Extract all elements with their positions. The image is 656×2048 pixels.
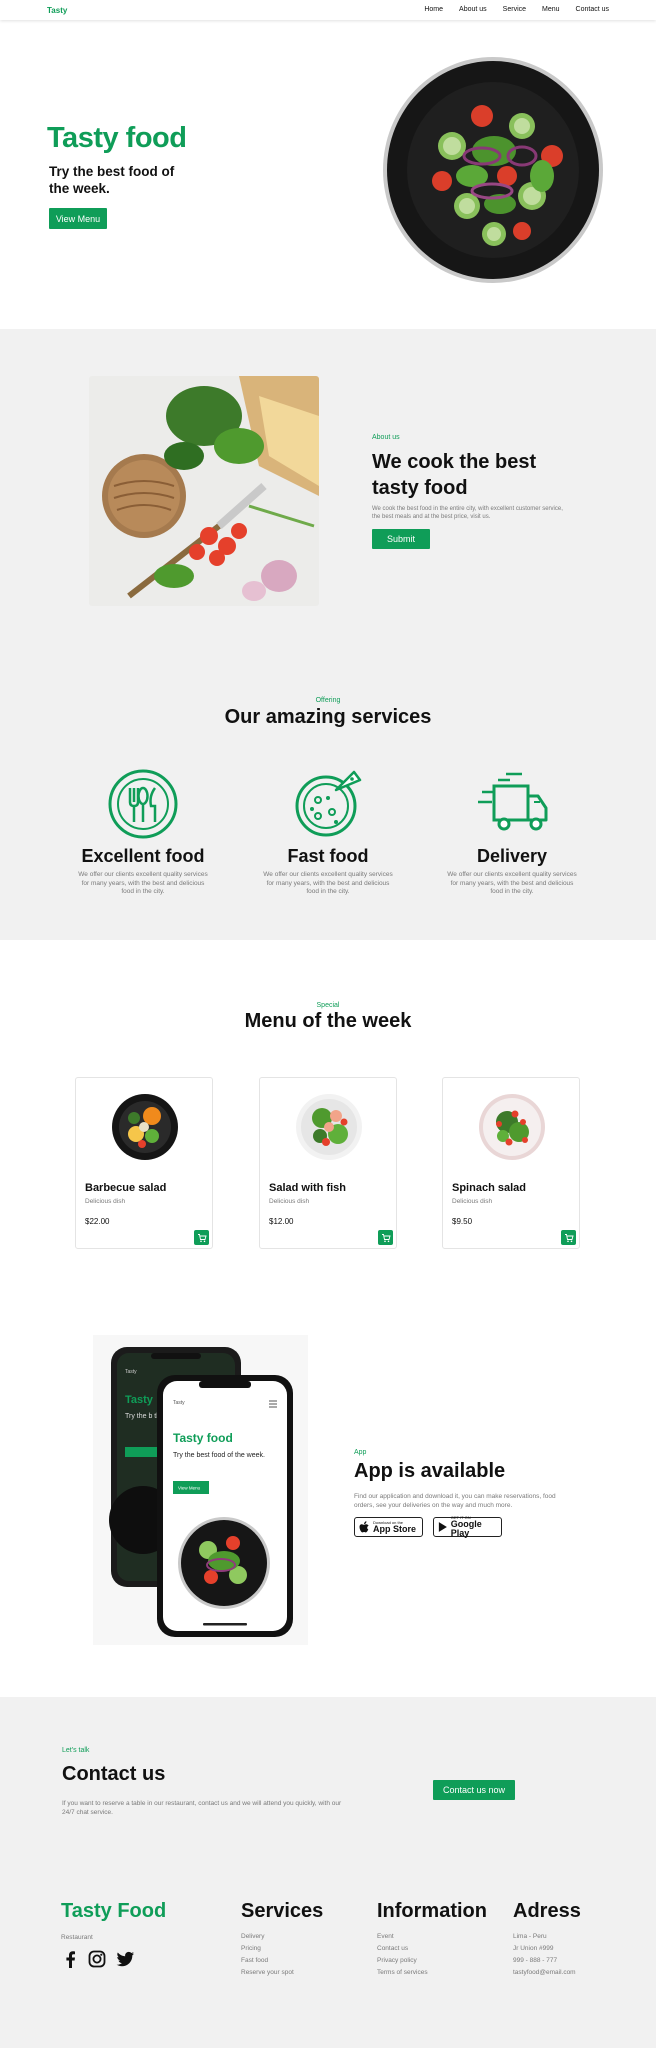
footer-brand: Tasty Food — [61, 1900, 167, 1922]
social-links — [62, 1950, 135, 1968]
phone-back-title: Tasty — [125, 1394, 154, 1406]
google-play-label: Google Play — [450, 1519, 482, 1538]
menu-item-name: Spinach salad — [452, 1182, 526, 1194]
address-email[interactable]: tastyfood@email.com — [513, 1967, 581, 1979]
footer-services-title: Services — [241, 1900, 324, 1922]
add-to-cart-button[interactable] — [561, 1230, 576, 1245]
nav-links: Home About us Service Menu Contact us — [424, 6, 609, 13]
footer-address-column: Adress Lima - Peru Jr Union #999 999 - 8… — [513, 1900, 581, 1979]
hero-title: Tasty food — [47, 122, 187, 154]
add-to-cart-button[interactable] — [378, 1230, 393, 1245]
contact-title: Contact us — [62, 1763, 166, 1785]
phone-view-menu: View Menu — [178, 1486, 201, 1491]
cart-icon — [381, 1233, 391, 1242]
services-tag: Offering — [315, 697, 341, 704]
top-navbar: Tasty Home About us Service Menu Contact… — [0, 0, 656, 20]
phone-title: Tasty food — [173, 1431, 233, 1445]
service-card: Fast food We offer our clients excellent… — [253, 768, 403, 897]
nav-link-menu[interactable]: Menu — [542, 6, 560, 13]
menu-item-price: $9.50 — [452, 1217, 473, 1226]
menu-item-desc: Delicious dish — [269, 1198, 310, 1205]
address-street: Jr Union #999 — [513, 1945, 554, 1952]
salad-with-fish-image — [296, 1094, 362, 1160]
cutlery-icon — [108, 769, 178, 839]
service-title: Fast food — [287, 846, 369, 866]
footer-link[interactable]: Event — [377, 1931, 487, 1943]
address-phone: 999 - 888 - 777 — [513, 1957, 558, 1964]
apple-icon — [359, 1520, 369, 1532]
contact-footer-section — [0, 1697, 656, 2048]
cart-icon — [197, 1233, 207, 1242]
nav-logo[interactable]: Tasty — [47, 6, 67, 15]
instagram-icon[interactable] — [88, 1950, 106, 1968]
twitter-icon[interactable] — [116, 1950, 135, 1968]
cart-icon — [564, 1233, 574, 1242]
hero-salad-image — [383, 57, 603, 283]
footer-link[interactable]: Terms of services — [377, 1967, 487, 1979]
footer-address-title: Adress — [513, 1900, 581, 1922]
google-play-button[interactable]: GET IT ON Google Play — [433, 1516, 502, 1538]
menu-item-price: $12.00 — [269, 1217, 294, 1226]
app-phones-mockup: Tasty Tasty Try the b the wee Tasty Tast… — [93, 1335, 308, 1645]
footer-link[interactable]: Contact us — [377, 1943, 487, 1955]
menu-card[interactable]: Barbecue salad Delicious dish $22.00 — [75, 1077, 213, 1249]
service-text: We offer our clients excellent quality s… — [78, 871, 208, 895]
facebook-icon[interactable] — [62, 1950, 78, 1968]
contact-tag: Let's talk — [62, 1747, 90, 1754]
nav-link-contact[interactable]: Contact us — [576, 6, 609, 13]
phone-back-logo: Tasty — [125, 1369, 137, 1375]
about-food-image — [89, 376, 319, 606]
google-play-icon — [438, 1522, 447, 1532]
phone-subtitle: Try the best food of the week. — [173, 1452, 265, 1459]
hero-subtitle: Try the best food of the week. — [49, 164, 175, 196]
service-title: Delivery — [476, 846, 548, 866]
app-title: App is available — [354, 1460, 506, 1482]
menu-item-desc: Delicious dish — [85, 1198, 126, 1205]
view-menu-button[interactable]: View Menu — [49, 208, 107, 229]
service-card: Excellent food We offer our clients exce… — [68, 768, 218, 897]
nav-link-about[interactable]: About us — [459, 6, 487, 13]
phone-logo: Tasty — [173, 1400, 185, 1406]
service-text: We offer our clients excellent quality s… — [447, 871, 577, 895]
service-text: We offer our clients excellent quality s… — [263, 871, 393, 895]
menu-item-desc: Delicious dish — [452, 1198, 493, 1205]
services-title: Our amazing services — [224, 706, 432, 728]
service-card: Delivery We offer our clients excellent … — [437, 768, 587, 897]
app-store-button[interactable]: Download on the App Store — [354, 1517, 423, 1537]
service-title: Excellent food — [81, 846, 205, 866]
menu-item-price: $22.00 — [85, 1217, 110, 1226]
barbecue-salad-image — [112, 1094, 178, 1160]
footer-link[interactable]: Reserve your spot — [241, 1967, 323, 1979]
footer-link[interactable]: Fast food — [241, 1955, 323, 1967]
menu-card[interactable]: Salad with fish Delicious dish $12.00 — [259, 1077, 397, 1249]
footer-link[interactable]: Privacy policy — [377, 1955, 487, 1967]
footer-link[interactable]: Delivery — [241, 1931, 323, 1943]
add-to-cart-button[interactable] — [194, 1230, 209, 1245]
contact-text: If you want to reserve a table in our re… — [62, 1800, 342, 1816]
footer-brand-sub: Restaurant — [61, 1934, 93, 1941]
nav-link-home[interactable]: Home — [424, 6, 443, 13]
menu-item-name: Barbecue salad — [85, 1182, 167, 1194]
menu-tag: Special — [316, 1002, 340, 1009]
about-title: We cook the best tasty food — [372, 451, 537, 499]
delivery-truck-icon — [478, 772, 548, 831]
menu-title: Menu of the week — [244, 1010, 412, 1032]
nav-link-service[interactable]: Service — [503, 6, 526, 13]
app-store-label: App Store — [373, 1523, 417, 1534]
address-city: Lima - Peru — [513, 1933, 547, 1940]
submit-button[interactable]: Submit — [372, 529, 430, 549]
footer-information-title: Information — [377, 1900, 487, 1922]
footer-information-column: Information Event Contact us Privacy pol… — [377, 1900, 487, 1979]
footer-services-column: Services Delivery Pricing Fast food Rese… — [241, 1900, 323, 1979]
about-text: We cook the best food in the entire city… — [372, 506, 563, 520]
pizza-icon — [295, 770, 362, 837]
contact-us-now-button[interactable]: Contact us now — [433, 1780, 515, 1800]
menu-item-name: Salad with fish — [269, 1182, 347, 1194]
menu-card[interactable]: Spinach salad Delicious dish $9.50 — [442, 1077, 580, 1249]
app-tag: App — [354, 1449, 367, 1456]
spinach-salad-image — [479, 1094, 545, 1160]
app-text: Find our application and download it, yo… — [354, 1493, 556, 1509]
footer-link[interactable]: Pricing — [241, 1943, 323, 1955]
about-tag: About us — [372, 434, 400, 441]
